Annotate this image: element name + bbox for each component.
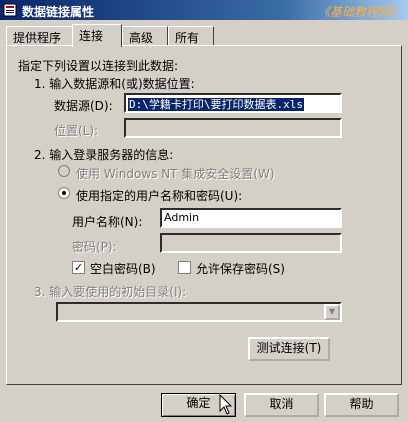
username-label: 用户名称(N):: [72, 215, 143, 229]
initial-catalog-select[interactable]: ▼: [56, 302, 342, 322]
location-label: 位置(L):: [54, 124, 99, 138]
windows-nt-radio[interactable]: [58, 165, 70, 177]
help-button[interactable]: 帮助: [324, 393, 399, 417]
password-input[interactable]: [160, 233, 342, 253]
step3-heading: 3. 输入要使用的初始目录(I):: [34, 285, 187, 299]
intro-text: 指定下列设置以连接到此数据:: [18, 59, 179, 73]
specific-user-radio[interactable]: [58, 187, 70, 199]
specific-user-label: 使用指定的用户名称和密码(U):: [76, 189, 243, 203]
mouse-pointer-icon: [219, 394, 233, 415]
location-input[interactable]: [124, 118, 342, 138]
blank-password-checkbox[interactable]: ✓: [72, 261, 85, 274]
title-bar[interactable]: 数据链接属性 《基础教程网》: [0, 0, 408, 20]
datasource-input[interactable]: D:\学籍卡打印\要打印数据表.xls: [124, 93, 342, 113]
tab-advanced[interactable]: 高级: [122, 26, 168, 46]
step2-heading: 2. 输入登录服务器的信息:: [34, 148, 174, 162]
test-connection-button[interactable]: 测试连接(T): [248, 337, 330, 361]
step1-heading: 1. 输入数据源和(或)数据位置:: [34, 77, 195, 91]
datasource-label: 数据源(D):: [54, 99, 113, 113]
datasource-value: D:\学籍卡打印\要打印数据表.xls: [128, 98, 304, 111]
tab-all[interactable]: 所有: [168, 26, 214, 46]
username-input[interactable]: Admin: [160, 208, 342, 228]
cancel-button[interactable]: 取消: [244, 393, 319, 417]
password-label: 密码(P):: [72, 240, 117, 254]
blank-password-label: 空白密码(B): [90, 262, 156, 276]
window-title: 数据链接属性: [22, 5, 95, 19]
tab-connection[interactable]: 连接: [72, 24, 122, 47]
watermark: 《基础教程网》: [317, 5, 402, 19]
tab-strip: 提供程序 连接 高级 所有: [6, 24, 402, 47]
windows-nt-label: 使用 Windows NT 集成安全设置(W): [76, 167, 275, 181]
dropdown-arrow-icon[interactable]: ▼: [324, 304, 340, 320]
app-icon: [3, 2, 19, 18]
allow-save-password-label: 允许保存密码(S): [196, 262, 285, 276]
allow-save-password-checkbox[interactable]: [178, 261, 191, 274]
tab-provider[interactable]: 提供程序: [6, 26, 74, 46]
